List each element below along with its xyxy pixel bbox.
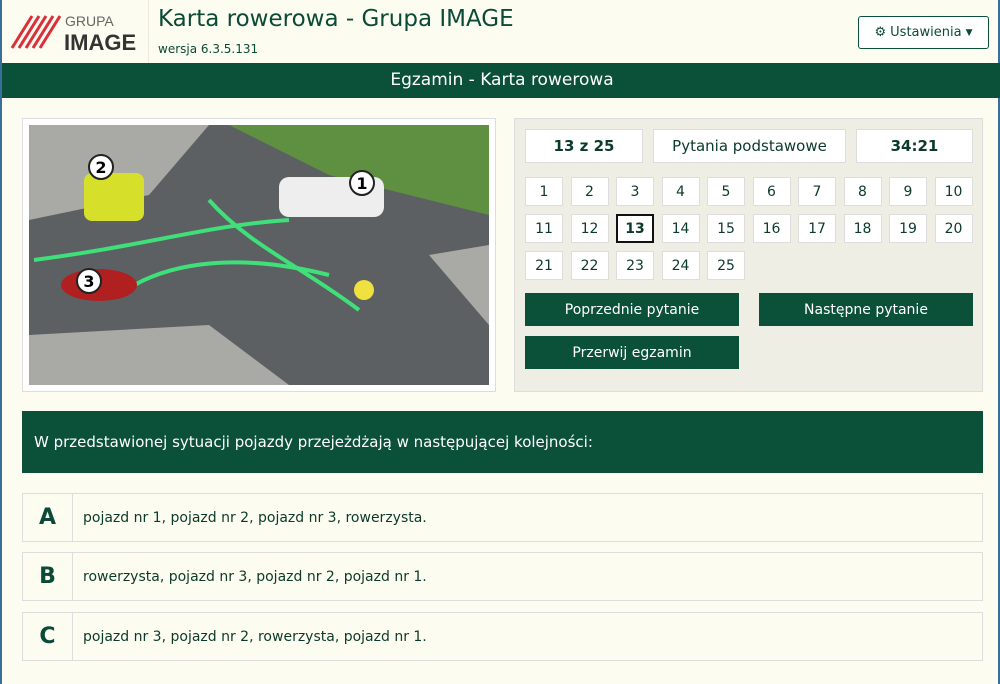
question-number-6[interactable]: 6	[752, 177, 791, 206]
question-number-22[interactable]: 22	[570, 251, 609, 280]
question-number-7[interactable]: 7	[798, 177, 836, 206]
settings-button[interactable]: ⚙ Ustawienia ▼	[858, 16, 989, 49]
question-number-25[interactable]: 25	[707, 251, 745, 280]
question-number-3[interactable]: 3	[616, 177, 654, 206]
question-number-4[interactable]: 4	[661, 177, 700, 206]
answer-c[interactable]: Cpojazd nr 3, pojazd nr 2, rowerzysta, p…	[22, 612, 983, 661]
question-number-5[interactable]: 5	[707, 177, 745, 206]
question-number-24[interactable]: 24	[661, 251, 700, 280]
navigation-panel: 13 z 25 Pytania podstawowe 34:21 1234567…	[514, 118, 983, 392]
app-title: Karta rowerowa - Grupa IMAGE	[158, 6, 514, 32]
svg-text:IMAGE: IMAGE	[64, 30, 136, 54]
question-number-23[interactable]: 23	[616, 251, 654, 280]
vehicle-number-2: 2	[88, 154, 114, 180]
answer-letter: B	[23, 553, 73, 600]
question-number-18[interactable]: 18	[843, 214, 882, 243]
question-number-9[interactable]: 9	[889, 177, 927, 206]
answer-text: rowerzysta, pojazd nr 3, pojazd nr 2, po…	[83, 568, 427, 585]
answer-letter: A	[23, 494, 73, 541]
question-number-20[interactable]: 20	[934, 214, 973, 243]
header-divider	[148, 0, 149, 63]
exam-title-bar: Egzamin - Karta rowerowa	[2, 63, 1000, 98]
question-number-17[interactable]: 17	[798, 214, 836, 243]
question-number-21[interactable]: 21	[525, 251, 563, 280]
question-text: W przedstawionej sytuacji pojazdy przeje…	[22, 411, 983, 473]
question-number-19[interactable]: 19	[889, 214, 927, 243]
question-number-14[interactable]: 14	[661, 214, 700, 243]
gears-icon: ⚙	[874, 25, 887, 40]
version-label: wersja 6.3.5.131	[158, 42, 259, 56]
svg-text:2: 2	[95, 158, 106, 177]
question-number-16[interactable]: 16	[752, 214, 791, 243]
question-number-1[interactable]: 1	[525, 177, 563, 206]
question-number-15[interactable]: 15	[707, 214, 745, 243]
grupa-image-logo: GRUPA IMAGE	[10, 10, 145, 55]
question-number-11[interactable]: 11	[525, 214, 563, 243]
caret-down-icon: ▼	[965, 27, 973, 38]
svg-text:3: 3	[83, 272, 94, 291]
vehicle-number-3: 3	[76, 268, 102, 294]
question-category: Pytania podstawowe	[653, 129, 846, 163]
answer-a[interactable]: Apojazd nr 1, pojazd nr 2, pojazd nr 3, …	[22, 493, 983, 542]
question-progress: 13 z 25	[525, 129, 643, 163]
answer-b[interactable]: Browerzysta, pojazd nr 3, pojazd nr 2, p…	[22, 552, 983, 601]
exam-timer: 34:21	[856, 129, 973, 163]
svg-text:1: 1	[356, 174, 367, 193]
vehicle-number-1: 1	[349, 170, 375, 196]
intersection-illustration: 1 2 3	[29, 125, 489, 385]
question-number-10[interactable]: 10	[934, 177, 973, 206]
question-number-8[interactable]: 8	[843, 177, 882, 206]
question-number-12[interactable]: 12	[570, 214, 609, 243]
answer-text: pojazd nr 1, pojazd nr 2, pojazd nr 3, r…	[83, 509, 427, 526]
abort-exam-button[interactable]: Przerwij egzamin	[525, 336, 739, 369]
question-number-13[interactable]: 13	[616, 214, 654, 243]
next-question-button[interactable]: Następne pytanie	[759, 293, 973, 326]
previous-question-button[interactable]: Poprzednie pytanie	[525, 293, 739, 326]
svg-text:GRUPA: GRUPA	[65, 13, 114, 29]
settings-label: Ustawienia	[890, 25, 962, 40]
question-image-panel: 1 2 3	[22, 118, 496, 392]
question-number-2[interactable]: 2	[570, 177, 609, 206]
answer-letter: C	[23, 613, 73, 660]
answer-text: pojazd nr 3, pojazd nr 2, rowerzysta, po…	[83, 628, 427, 645]
